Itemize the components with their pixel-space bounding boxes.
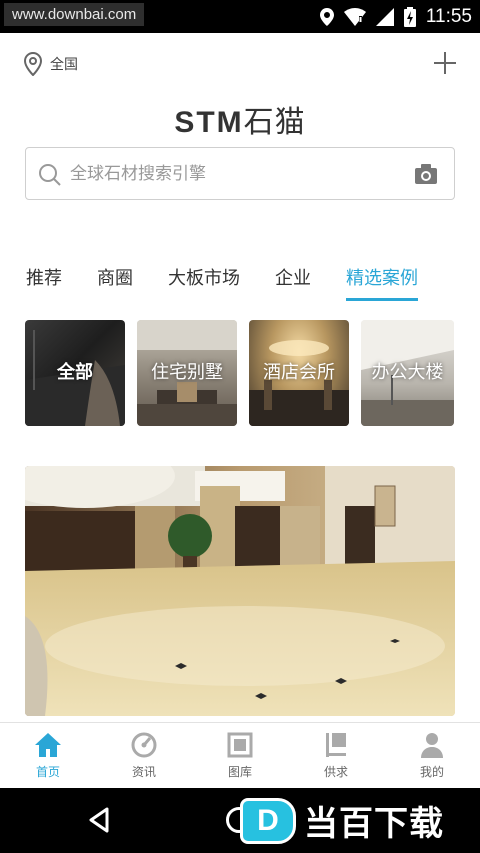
nav-label: 首页	[35, 765, 60, 779]
site-logo-badge-letter: D	[257, 803, 279, 837]
featured-case-image[interactable]	[25, 466, 455, 716]
wifi-icon	[343, 7, 366, 26]
nav-label: 供求	[323, 765, 348, 779]
home-icon	[35, 733, 61, 757]
gallery-icon	[227, 732, 253, 758]
location-pin-icon	[24, 52, 42, 76]
back-icon[interactable]	[88, 807, 110, 833]
site-logo-badge: D	[240, 797, 296, 844]
hotel-lobby-photo	[25, 466, 455, 716]
category-all[interactable]: 全部	[25, 320, 125, 426]
camera-icon[interactable]	[414, 162, 438, 186]
bottom-navigation: 首页 资讯 图库 供求 我的	[0, 722, 480, 788]
category-label: 全部	[57, 362, 93, 383]
app-screen: www.downbai.com 11:55 全国 STM石猫 全球石材搜索引擎 …	[0, 0, 480, 853]
url-watermark: www.downbai.com	[4, 3, 145, 26]
category-label: 办公大楼	[371, 362, 444, 383]
category-tabs: 推荐 商圈 大板市场 企业 精选案例	[26, 264, 453, 304]
location-icon	[319, 7, 334, 26]
site-logo-text: 当百下载	[304, 804, 444, 844]
status-time: 11:55	[425, 5, 472, 27]
search-bar[interactable]	[25, 147, 455, 200]
news-gauge-icon	[131, 732, 157, 758]
category-residential-villa[interactable]: 住宅别墅	[137, 320, 237, 426]
category-hotel-club[interactable]: 酒店会所	[249, 320, 349, 426]
tab-recommend[interactable]: 推荐	[26, 264, 62, 304]
system-navigation-bar: D 当百下载	[0, 788, 480, 853]
tab-enterprise[interactable]: 企业	[275, 264, 311, 304]
status-bar: www.downbai.com 11:55	[0, 0, 480, 33]
logo-latin: STM	[174, 106, 244, 139]
supply-demand-icon	[326, 733, 346, 757]
tab-slab-market[interactable]: 大板市场	[168, 264, 240, 304]
site-watermark-logo: D 当百下载	[236, 788, 480, 853]
category-label: 住宅别墅	[151, 362, 223, 383]
app-logo: STM石猫	[0, 97, 480, 141]
nav-home[interactable]: 首页	[0, 723, 96, 788]
tab-featured-cases[interactable]: 精选案例	[346, 264, 418, 304]
logo-cn: 石猫	[243, 106, 306, 139]
nav-profile[interactable]: 我的	[384, 723, 480, 788]
location-label: 全国	[50, 57, 78, 73]
nav-label: 资讯	[131, 765, 156, 779]
nav-label: 我的	[419, 765, 444, 779]
battery-charging-icon	[403, 6, 416, 27]
case-categories: 全部 住宅别墅 酒店会所 办公大楼	[25, 320, 454, 426]
nav-gallery[interactable]: 图库	[192, 723, 288, 788]
search-icon	[39, 164, 61, 186]
tab-business-circle[interactable]: 商圈	[97, 264, 133, 304]
nav-label: 图库	[227, 765, 252, 779]
profile-icon	[421, 733, 443, 758]
category-label: 酒店会所	[263, 362, 335, 383]
nav-news[interactable]: 资讯	[96, 723, 192, 788]
search-input[interactable]	[70, 161, 390, 187]
status-icons: 11:55	[319, 0, 472, 33]
plus-icon[interactable]	[432, 50, 458, 76]
signal-icon	[375, 7, 394, 26]
nav-supply-demand[interactable]: 供求	[288, 723, 384, 788]
category-office-building[interactable]: 办公大楼	[361, 320, 454, 426]
location-selector[interactable]: 全国	[24, 52, 78, 76]
